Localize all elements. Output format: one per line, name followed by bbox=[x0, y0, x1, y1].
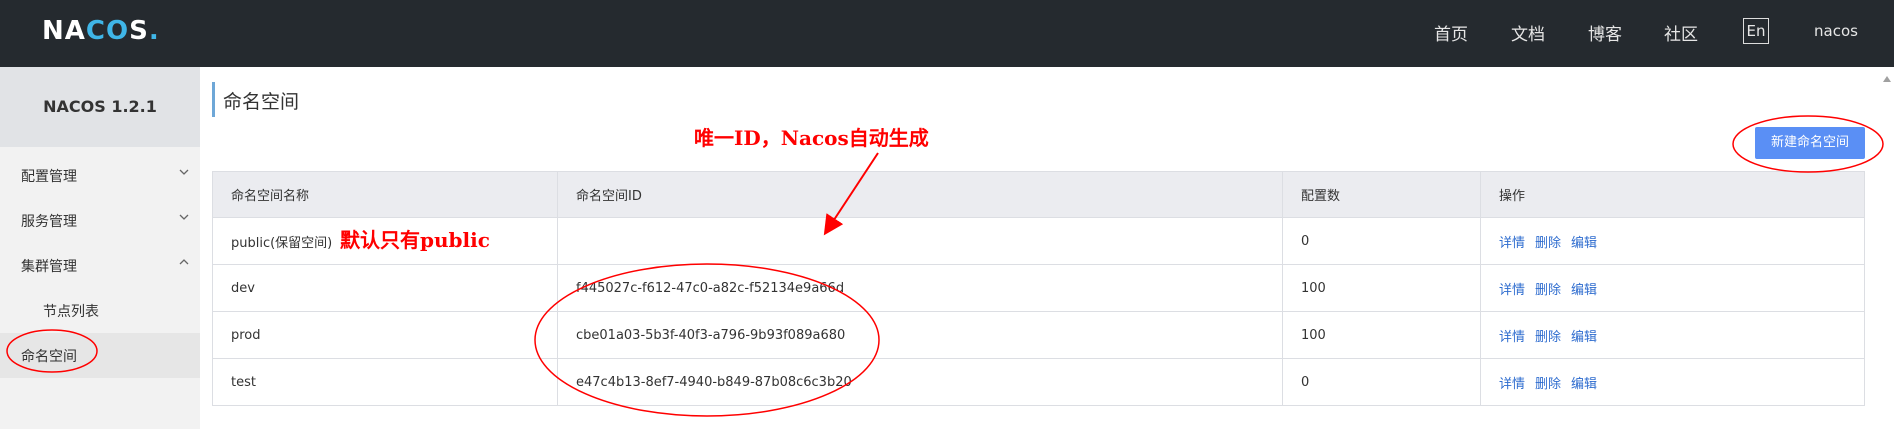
edit-link[interactable]: 编辑 bbox=[1571, 279, 1597, 298]
table-header: 命名空间名称 命名空间ID 配置数 操作 bbox=[212, 171, 1865, 218]
sidebar-item-label: 服务管理 bbox=[21, 214, 77, 230]
logo-text-part-1: NA bbox=[42, 16, 86, 46]
sidebar-item-service[interactable]: 服务管理 bbox=[0, 198, 200, 243]
delete-link[interactable]: 删除 bbox=[1535, 373, 1561, 392]
column-header-id: 命名空间ID bbox=[558, 172, 1283, 217]
namespace-name: test bbox=[213, 359, 558, 405]
table-row: dev f445027c-f612-47c0-a82c-f52134e9a66d… bbox=[212, 265, 1865, 312]
sidebar-item-node-list[interactable]: 节点列表 bbox=[0, 288, 200, 333]
language-switch-button[interactable]: En bbox=[1743, 18, 1769, 44]
namespace-id: e47c4b13-8ef7-4940-b849-87b08c6c3b20 bbox=[558, 359, 1283, 405]
nav-blog[interactable]: 博客 bbox=[1588, 20, 1622, 45]
annotation-public-note: 默认只有public bbox=[340, 228, 490, 252]
page-title-accent bbox=[212, 82, 215, 117]
edit-link[interactable]: 编辑 bbox=[1571, 373, 1597, 392]
sidebar-item-label: 节点列表 bbox=[43, 304, 99, 320]
config-count: 0 bbox=[1283, 359, 1481, 405]
chevron-down-icon bbox=[179, 214, 189, 220]
top-navbar: NA CO S. 首页 文档 博客 社区 En nacos bbox=[0, 0, 1894, 67]
row-actions: 详情 删除 编辑 bbox=[1481, 312, 1866, 358]
annotation-id-note: 唯一ID，Nacos自动生成 bbox=[694, 126, 929, 150]
page-title: 命名空间 bbox=[223, 91, 300, 113]
namespace-name: dev bbox=[213, 265, 558, 311]
sidebar-item-label: 集群管理 bbox=[21, 259, 77, 275]
namespace-id: f445027c-f612-47c0-a82c-f52134e9a66d bbox=[558, 265, 1283, 311]
edit-link[interactable]: 编辑 bbox=[1571, 232, 1597, 251]
nav-docs[interactable]: 文档 bbox=[1511, 20, 1545, 45]
sidebar-item-label: 命名空间 bbox=[21, 349, 77, 365]
sidebar-item-namespace[interactable]: 命名空间 bbox=[0, 333, 200, 378]
chevron-up-icon bbox=[179, 259, 189, 265]
new-namespace-button[interactable]: 新建命名空间 bbox=[1755, 127, 1865, 159]
detail-link[interactable]: 详情 bbox=[1499, 373, 1525, 392]
row-actions: 详情 删除 编辑 bbox=[1481, 265, 1866, 311]
edit-link[interactable]: 编辑 bbox=[1571, 326, 1597, 345]
nacos-logo[interactable]: NA CO S. bbox=[42, 14, 160, 48]
config-count: 0 bbox=[1283, 218, 1481, 264]
chevron-down-icon bbox=[179, 169, 189, 175]
detail-link[interactable]: 详情 bbox=[1499, 279, 1525, 298]
column-header-actions: 操作 bbox=[1499, 189, 1526, 204]
row-actions: 详情 删除 编辑 bbox=[1481, 359, 1866, 405]
nav-community[interactable]: 社区 bbox=[1664, 20, 1698, 45]
sidebar: NACOS 1.2.1 配置管理 服务管理 集群管理 节点列表 命名空间 bbox=[0, 67, 200, 429]
logo-dot: . bbox=[148, 16, 160, 46]
detail-link[interactable]: 详情 bbox=[1499, 326, 1525, 345]
column-header-name: 命名空间名称 bbox=[213, 172, 558, 217]
scroll-up-arrow-icon[interactable] bbox=[1883, 76, 1891, 82]
row-actions: 详情 删除 编辑 bbox=[1481, 218, 1866, 264]
column-header-count: 配置数 bbox=[1283, 172, 1481, 217]
config-count: 100 bbox=[1283, 312, 1481, 358]
sidebar-item-config[interactable]: 配置管理 bbox=[0, 153, 200, 198]
delete-link[interactable]: 删除 bbox=[1535, 232, 1561, 251]
namespace-id: cbe01a03-5b3f-40f3-a796-9b93f089a680 bbox=[558, 312, 1283, 358]
config-count: 100 bbox=[1283, 265, 1481, 311]
logo-text-part-2: CO bbox=[85, 16, 130, 46]
vertical-scrollbar[interactable] bbox=[1878, 67, 1894, 429]
namespace-name: prod bbox=[213, 312, 558, 358]
logo-text-part-3: S bbox=[129, 16, 149, 46]
sidebar-item-cluster[interactable]: 集群管理 bbox=[0, 243, 200, 288]
namespace-id bbox=[558, 218, 1283, 264]
delete-link[interactable]: 删除 bbox=[1535, 326, 1561, 345]
sidebar-item-label: 配置管理 bbox=[21, 169, 77, 185]
table-row: test e47c4b13-8ef7-4940-b849-87b08c6c3b2… bbox=[212, 359, 1865, 406]
table-row: prod cbe01a03-5b3f-40f3-a796-9b93f089a68… bbox=[212, 312, 1865, 359]
user-name[interactable]: nacos bbox=[1814, 22, 1858, 40]
delete-link[interactable]: 删除 bbox=[1535, 279, 1561, 298]
sidebar-title: NACOS 1.2.1 bbox=[0, 67, 200, 147]
detail-link[interactable]: 详情 bbox=[1499, 232, 1525, 251]
nav-home[interactable]: 首页 bbox=[1434, 20, 1468, 45]
